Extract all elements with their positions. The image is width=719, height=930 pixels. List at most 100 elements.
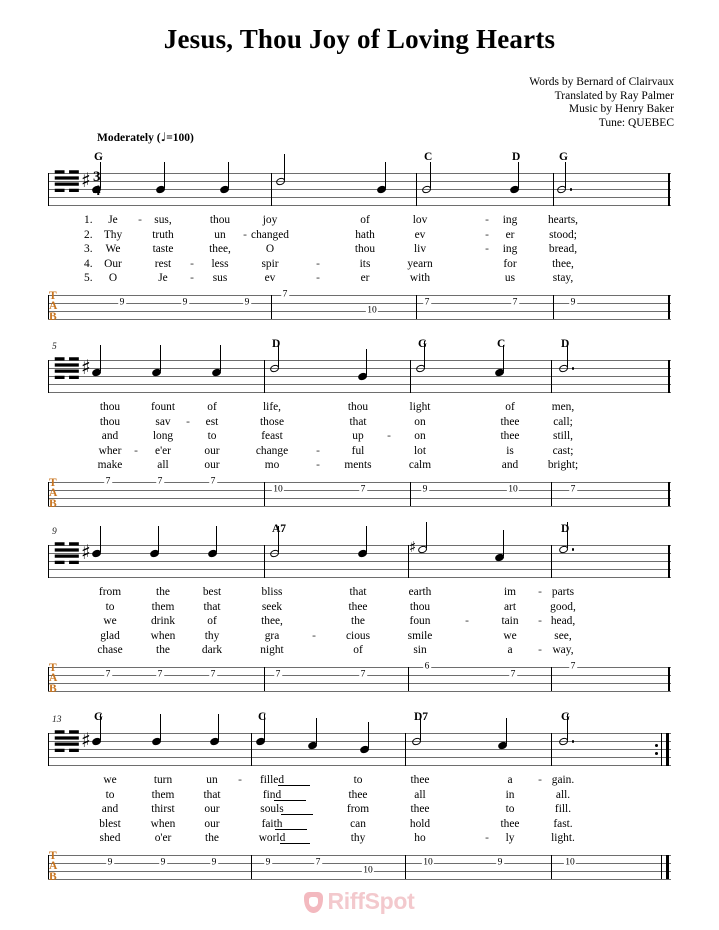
lyric-syllable: our — [204, 444, 220, 457]
tab-fret-number: 9 — [210, 857, 218, 868]
tab-fret-number: 7 — [423, 297, 431, 308]
tab-line — [48, 295, 671, 296]
lyric-syllable: our — [204, 803, 220, 815]
tab-fret-number: 10 — [271, 484, 285, 495]
lyric-syllable: night — [260, 644, 284, 656]
note-stem — [216, 526, 218, 552]
lyric-syllable: thou — [99, 401, 121, 413]
lyric-syllable: rest — [154, 257, 172, 270]
sharp-accidental-icon: ♯ — [409, 538, 417, 556]
lyric-hyphen: - — [186, 415, 190, 428]
tab-fret-number: 9 — [569, 297, 577, 308]
note-stem — [278, 526, 280, 552]
tab-line — [48, 871, 671, 872]
lyric-syllable: glad — [100, 629, 120, 642]
tab-line — [48, 879, 671, 880]
staff-line — [48, 733, 671, 734]
lyric-syllable: taste — [152, 243, 174, 255]
lyric-syllable: of — [353, 644, 363, 656]
tab-fret-number: 9 — [421, 484, 429, 495]
barline — [553, 173, 555, 206]
lyric-verse-row: make all our mo ments calm and bright; - — [0, 458, 719, 472]
lyric-hyphen: - — [387, 430, 391, 442]
barline — [551, 733, 553, 766]
lyric-hyphen: - — [190, 257, 194, 270]
barline — [410, 360, 412, 393]
lyric-hyphen: - — [190, 272, 194, 284]
lyric-syllable: all — [157, 459, 169, 471]
tab-fret-number: 10 — [506, 484, 520, 495]
note-stem — [420, 714, 422, 740]
lyric-syllable: ful — [351, 444, 365, 457]
lyric-verse-row: 2. Thy truth un changed hath ev er stood; - - — [0, 228, 719, 242]
lyric-syllable: best — [202, 586, 222, 598]
tab-fret-number: 10 — [421, 857, 435, 868]
note-stem — [426, 522, 428, 548]
tab-fret-number: 10 — [563, 857, 577, 868]
lyric-hyphen: - — [316, 272, 320, 284]
lyric-syllable: wher — [98, 444, 122, 457]
lyric-syllable: art — [503, 600, 517, 613]
key-signature-sharp-icon: ♯ — [81, 728, 91, 752]
barline — [48, 360, 50, 393]
lyric-hyphen: - — [485, 832, 489, 844]
lyric-syllable: hath — [355, 228, 375, 241]
lyric-verse-row: 5. O Je sus ev er with us stay, - - — [0, 271, 719, 285]
note-stem — [368, 722, 370, 748]
tab-line — [48, 855, 671, 856]
tab-clef-letters: TAB — [49, 477, 57, 509]
lyric-syllable: im — [503, 586, 517, 598]
tab-fret-number: 9 — [181, 297, 189, 308]
tablature-staff: T A B 9 9 9 7 10 7 7 9 — [48, 290, 671, 323]
melisma-line — [275, 828, 307, 830]
lyric-syllable: change — [255, 444, 289, 457]
lyric-syllable: we — [103, 774, 117, 786]
lyric-syllable: spir — [261, 257, 279, 270]
note-stem — [100, 714, 102, 740]
lyric-syllable: thirst — [151, 803, 175, 815]
notation-staff: 𝌢 ♯ — [48, 341, 671, 393]
tab-fret-number: 7 — [314, 857, 322, 868]
credit-line-translator: Translated by Ray Palmer — [554, 89, 674, 102]
tab-fret-number: 9 — [118, 297, 126, 308]
lyric-syllable: foun — [409, 615, 431, 627]
credits-block: Words by Bernard of Clairvaux Translated… — [529, 76, 674, 130]
note-stem — [100, 526, 102, 552]
tab-fret-number: 9 — [159, 857, 167, 868]
lyric-syllable: us — [504, 272, 516, 284]
lyric-syllable: ments — [344, 459, 372, 471]
notation-staff: 𝌢 ♯ — [48, 714, 671, 766]
tab-clef-letters: TAB — [49, 290, 57, 322]
lyric-syllable: the — [156, 586, 170, 598]
barline — [416, 173, 418, 206]
tablature-staff: T A B 9 9 9 9 7 10 10 9 10 — [48, 850, 671, 883]
music-system: 9A7D𝌢♯♯fromthebestblissthatearthimparts-… — [0, 522, 719, 712]
tablature-staff: T A B 7 7 7 10 7 9 10 7 — [48, 477, 671, 510]
tempo-bpm: 100 — [172, 132, 191, 144]
staff-line — [48, 173, 671, 174]
lyric-syllable: them — [151, 788, 175, 801]
lyric-syllable: and — [101, 430, 119, 442]
tab-barline — [405, 855, 407, 879]
barline — [48, 173, 50, 206]
lyric-syllable: thou — [354, 243, 376, 255]
chord-symbol: G — [94, 711, 103, 723]
tab-barline — [669, 482, 671, 506]
tab-fret-number: 9 — [106, 857, 114, 868]
music-system: GCDG𝌢♯341.Jesus,thoujoyoflovinghearts,--… — [0, 151, 719, 340]
lyric-verse-row: 1. Je sus, thou joy of lov ing hearts, - - — [0, 213, 719, 227]
tab-fret-number: 7 — [104, 669, 112, 680]
tab-barline — [553, 295, 555, 319]
tab-fret-number: 7 — [156, 669, 164, 680]
chord-symbol: G — [559, 151, 568, 163]
lyric-syllable: thee — [348, 788, 368, 801]
lyric-syllable: thee — [410, 774, 430, 786]
lyric-syllable: hearts, — [547, 214, 579, 226]
tab-line — [48, 498, 671, 499]
tab-fret-number: 7 — [359, 669, 367, 680]
lyric-syllable: for — [503, 257, 517, 270]
lyric-syllable: thee — [500, 415, 520, 428]
lyric-syllable: turn — [153, 774, 173, 786]
lyric-syllable: thy — [204, 629, 220, 642]
tab-line — [48, 482, 671, 483]
